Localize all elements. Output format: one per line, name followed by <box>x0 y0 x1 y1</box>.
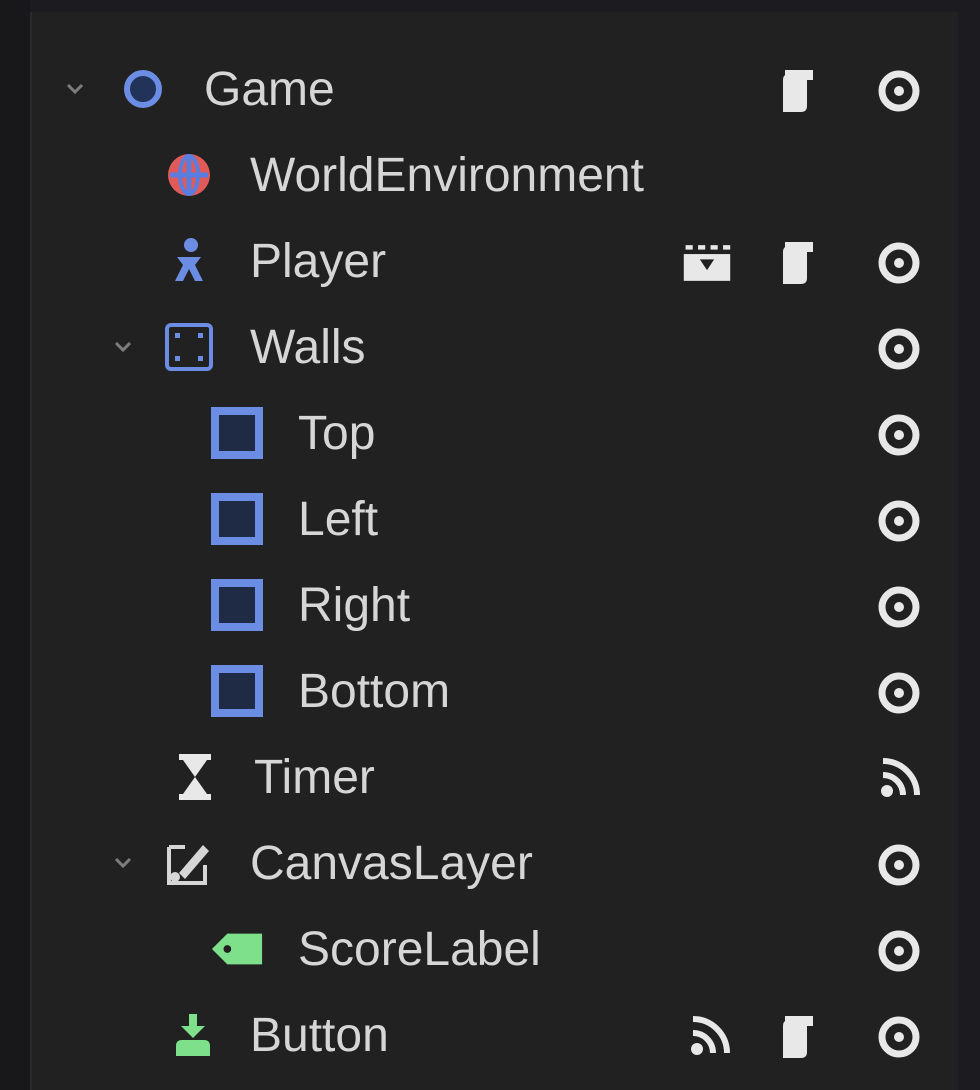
visibility-icon[interactable] <box>874 1012 924 1062</box>
visibility-icon[interactable] <box>874 66 924 116</box>
node-label: Player <box>250 235 387 288</box>
tree-row-scorelabel[interactable]: ScoreLabel <box>32 906 958 992</box>
visibility-icon[interactable] <box>874 238 924 288</box>
node-label: Walls <box>250 321 366 374</box>
timer-icon <box>168 750 222 804</box>
node2d-icon <box>116 62 170 116</box>
tree-row-worldenvironment[interactable]: WorldEnvironment <box>32 132 958 218</box>
left-gutter <box>0 0 30 1090</box>
script-icon[interactable] <box>774 1012 824 1062</box>
tree-row-button[interactable]: Button <box>32 992 958 1078</box>
expand-arrow-icon[interactable] <box>62 76 88 102</box>
character-body-icon <box>162 234 216 288</box>
canvas-layer-icon <box>162 836 216 890</box>
static-body-icon <box>210 664 264 718</box>
visibility-icon[interactable] <box>874 496 924 546</box>
node-label: Right <box>298 579 411 632</box>
signal-icon[interactable] <box>874 754 924 804</box>
tree-row-walls[interactable]: Walls <box>32 304 958 390</box>
tree-row-canvaslayer[interactable]: CanvasLayer <box>32 820 958 906</box>
expand-arrow-icon[interactable] <box>110 334 136 360</box>
node-label: Button <box>250 1009 389 1062</box>
tree-row-right[interactable]: Right <box>32 562 958 648</box>
visibility-icon[interactable] <box>874 410 924 460</box>
tree-row-player[interactable]: Player <box>32 218 958 304</box>
tree-row-left[interactable]: Left <box>32 476 958 562</box>
node-label: Top <box>298 407 376 460</box>
signal-icon[interactable] <box>684 1012 734 1062</box>
node-label: Left <box>298 493 379 546</box>
node-label: CanvasLayer <box>250 837 533 890</box>
tree-row-game[interactable]: Game <box>32 46 958 132</box>
world-environment-icon <box>162 148 216 202</box>
node-label: Timer <box>254 751 375 804</box>
node-label: Bottom <box>298 665 451 718</box>
scene-tree-panel: Game WorldEnvironment Player Walls Top L… <box>30 12 958 1090</box>
tree-row-top[interactable]: Top <box>32 390 958 476</box>
instance-scene-icon[interactable] <box>682 238 732 288</box>
visibility-icon[interactable] <box>874 840 924 890</box>
node-label: Game <box>204 63 335 116</box>
label-icon <box>210 922 264 976</box>
visibility-icon[interactable] <box>874 926 924 976</box>
static-body-icon <box>210 406 264 460</box>
expand-arrow-icon[interactable] <box>110 850 136 876</box>
tree-row-bottom[interactable]: Bottom <box>32 648 958 734</box>
static-body-icon <box>210 578 264 632</box>
visibility-icon[interactable] <box>874 324 924 374</box>
node-label: WorldEnvironment <box>250 149 644 202</box>
static-body-icon <box>210 492 264 546</box>
node2d-group-icon <box>162 320 216 374</box>
visibility-icon[interactable] <box>874 582 924 632</box>
tree-row-timer[interactable]: Timer <box>32 734 958 820</box>
script-icon[interactable] <box>774 66 824 116</box>
node-label: ScoreLabel <box>298 923 541 976</box>
button-icon <box>166 1008 220 1062</box>
visibility-icon[interactable] <box>874 668 924 718</box>
script-icon[interactable] <box>774 238 824 288</box>
